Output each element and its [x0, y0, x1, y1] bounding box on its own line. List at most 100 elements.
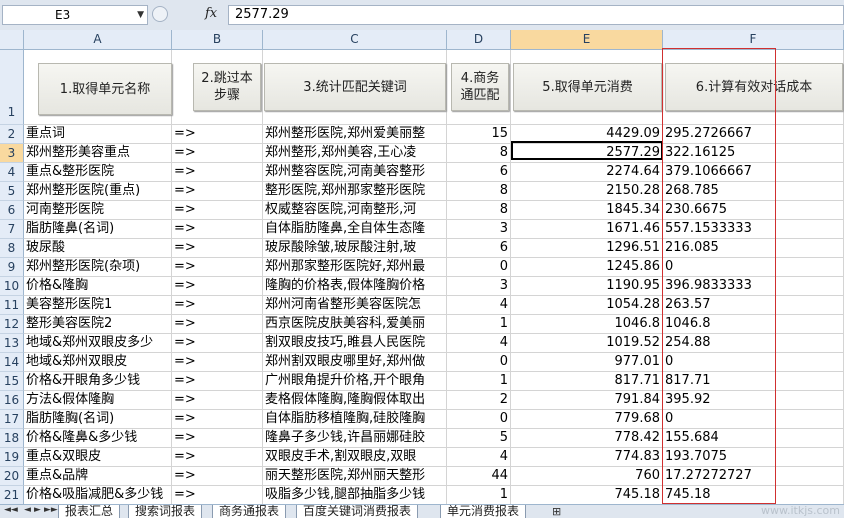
formula-input[interactable]: 2577.29: [228, 5, 844, 25]
cell-a12[interactable]: 整形美容医院2: [24, 315, 172, 334]
row-header-1[interactable]: 1: [0, 50, 24, 125]
row-header-21[interactable]: 21: [0, 486, 24, 505]
row-header-3[interactable]: 3: [0, 144, 24, 163]
cell-c20[interactable]: 丽天整形医院,郑州丽天整形: [263, 467, 447, 486]
cell-b20[interactable]: =>: [172, 467, 263, 486]
get-unit-name-button[interactable]: 1.取得单元名称: [38, 63, 172, 115]
row-header-5[interactable]: 5: [0, 182, 24, 201]
cell-b8[interactable]: =>: [172, 239, 263, 258]
count-keywords-button[interactable]: 3.统计匹配关键词: [264, 63, 446, 111]
cell-f15[interactable]: 817.71: [663, 372, 844, 391]
cell-e6[interactable]: 1845.34: [511, 201, 663, 220]
cell-c18[interactable]: 隆鼻子多少钱,许昌丽娜硅胶: [263, 429, 447, 448]
cell-c14[interactable]: 郑州割双眼皮哪里好,郑州做: [263, 353, 447, 372]
row-header-10[interactable]: 10: [0, 277, 24, 296]
cell-c9[interactable]: 郑州那家整形医院好,郑州最: [263, 258, 447, 277]
skip-step-button[interactable]: 2.跳过本步骤: [193, 63, 261, 111]
cell-e12[interactable]: 1046.8: [511, 315, 663, 334]
cell-d7[interactable]: 3: [447, 220, 511, 239]
cell-a6[interactable]: 河南整形医院: [24, 201, 172, 220]
cell-a16[interactable]: 方法&假体隆胸: [24, 391, 172, 410]
cell-d8[interactable]: 6: [447, 239, 511, 258]
cell-b16[interactable]: =>: [172, 391, 263, 410]
cell-f8[interactable]: 216.085: [663, 239, 844, 258]
cell-b9[interactable]: =>: [172, 258, 263, 277]
cell-d6[interactable]: 8: [447, 201, 511, 220]
cell-d18[interactable]: 5: [447, 429, 511, 448]
cell-f19[interactable]: 193.7075: [663, 448, 844, 467]
cell-b7[interactable]: =>: [172, 220, 263, 239]
row-header-7[interactable]: 7: [0, 220, 24, 239]
row-header-15[interactable]: 15: [0, 372, 24, 391]
cell-f12[interactable]: 1046.8: [663, 315, 844, 334]
cell-a5[interactable]: 郑州整形医院(重点): [24, 182, 172, 201]
cell-e16[interactable]: 791.84: [511, 391, 663, 410]
business-match-button[interactable]: 4.商务通匹配: [451, 63, 509, 111]
cell-e21[interactable]: 745.18: [511, 486, 663, 505]
row-header-19[interactable]: 19: [0, 448, 24, 467]
sheet-tab[interactable]: 报表汇总: [58, 505, 121, 518]
cell-b3[interactable]: =>: [172, 144, 263, 163]
cell-a17[interactable]: 脂肪隆胸(名词): [24, 410, 172, 429]
row-header-4[interactable]: 4: [0, 163, 24, 182]
cell-f9[interactable]: 0: [663, 258, 844, 277]
cell-f11[interactable]: 263.57: [663, 296, 844, 315]
cell-a2[interactable]: 重点词: [24, 125, 172, 144]
cell-b10[interactable]: =>: [172, 277, 263, 296]
row-header-18[interactable]: 18: [0, 429, 24, 448]
cell-e14[interactable]: 977.01: [511, 353, 663, 372]
cell-c2[interactable]: 郑州整形医院,郑州爱美丽整: [263, 125, 447, 144]
cell-c19[interactable]: 双眼皮手术,割双眼皮,双眼: [263, 448, 447, 467]
calc-dialog-cost-button[interactable]: 6.计算有效对话成本: [665, 63, 843, 111]
cell-a14[interactable]: 地域&郑州双眼皮: [24, 353, 172, 372]
last-sheet-icon[interactable]: ►►: [44, 505, 58, 515]
cell-d20[interactable]: 44: [447, 467, 511, 486]
sheet-tab[interactable]: 百度关键词消费报表: [296, 505, 419, 518]
cell-d19[interactable]: 4: [447, 448, 511, 467]
cell-b15[interactable]: =>: [172, 372, 263, 391]
cell-d15[interactable]: 1: [447, 372, 511, 391]
row-header-9[interactable]: 9: [0, 258, 24, 277]
cell-e11[interactable]: 1054.28: [511, 296, 663, 315]
cell-d3[interactable]: 8: [447, 144, 511, 163]
cell-f17[interactable]: 0: [663, 410, 844, 429]
cell-c11[interactable]: 郑州河南省整形美容医院怎: [263, 296, 447, 315]
column-header-d[interactable]: D: [447, 30, 511, 50]
cell-d10[interactable]: 3: [447, 277, 511, 296]
cell-d16[interactable]: 2: [447, 391, 511, 410]
cell-f3[interactable]: 322.16125: [663, 144, 844, 163]
cell-f7[interactable]: 557.1533333: [663, 220, 844, 239]
insert-function-icon[interactable]: fx: [205, 6, 217, 21]
column-header-b[interactable]: B: [172, 30, 263, 50]
cell-c7[interactable]: 自体脂肪隆鼻,全自体生态隆: [263, 220, 447, 239]
cell-d5[interactable]: 8: [447, 182, 511, 201]
cell-c13[interactable]: 割双眼皮技巧,睢县人民医院: [263, 334, 447, 353]
row-header-13[interactable]: 13: [0, 334, 24, 353]
cell-c21[interactable]: 吸脂多少钱,腿部抽脂多少钱: [263, 486, 447, 505]
cell-e18[interactable]: 778.42: [511, 429, 663, 448]
row-header-11[interactable]: 11: [0, 296, 24, 315]
cell-e8[interactable]: 1296.51: [511, 239, 663, 258]
cell-a9[interactable]: 郑州整形医院(杂项): [24, 258, 172, 277]
cell-a13[interactable]: 地域&郑州双眼皮多少: [24, 334, 172, 353]
cell-d2[interactable]: 15: [447, 125, 511, 144]
sheet-tab[interactable]: 商务通报表: [212, 505, 287, 518]
cell-a3[interactable]: 郑州整形美容重点: [24, 144, 172, 163]
cell-c12[interactable]: 西京医院皮肤美容科,爱美丽: [263, 315, 447, 334]
cell-e15[interactable]: 817.71: [511, 372, 663, 391]
row-header-2[interactable]: 2: [0, 125, 24, 144]
cell-c5[interactable]: 整形医院,郑州那家整形医院: [263, 182, 447, 201]
cell-d14[interactable]: 0: [447, 353, 511, 372]
row-header-14[interactable]: 14: [0, 353, 24, 372]
name-box[interactable]: E3 ▼: [2, 5, 148, 25]
cell-c16[interactable]: 麦格假体隆胸,隆胸假体取出: [263, 391, 447, 410]
cell-a8[interactable]: 玻尿酸: [24, 239, 172, 258]
cell-a19[interactable]: 重点&双眼皮: [24, 448, 172, 467]
cell-f14[interactable]: 0: [663, 353, 844, 372]
cell-b21[interactable]: =>: [172, 486, 263, 505]
row-header-17[interactable]: 17: [0, 410, 24, 429]
cell-a10[interactable]: 价格&隆胸: [24, 277, 172, 296]
cell-f5[interactable]: 268.785: [663, 182, 844, 201]
column-header-f[interactable]: F: [663, 30, 844, 50]
cell-e17[interactable]: 779.68: [511, 410, 663, 429]
